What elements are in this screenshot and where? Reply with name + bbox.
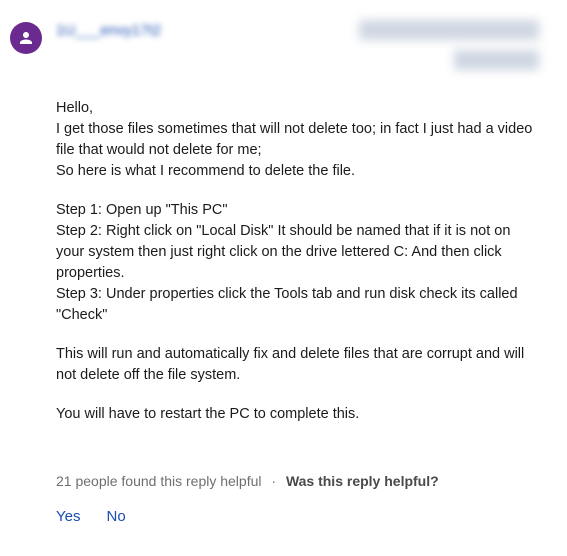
intro-text-1: I get those files sometimes that will no…: [56, 119, 539, 161]
intro-block: Hello, I get those files sometimes that …: [56, 98, 539, 182]
step-2-text: Step 2: Right click on "Local Disk" It s…: [56, 221, 539, 284]
meta-redacted-1: [359, 20, 539, 40]
step-3-text: Step 3: Under properties click the Tools…: [56, 284, 539, 326]
helpful-question: Was this reply helpful?: [286, 473, 439, 489]
post-header: 1U___envy17t2: [10, 20, 539, 70]
helpful-line: 21 people found this reply helpful · Was…: [56, 471, 539, 491]
step-1-text: Step 1: Open up "This PC": [56, 200, 539, 221]
greeting-text: Hello,: [56, 98, 539, 119]
post-meta: [359, 20, 539, 70]
yes-button[interactable]: Yes: [56, 506, 80, 528]
intro-text-2: So here is what I recommend to delete th…: [56, 161, 539, 182]
username-link[interactable]: 1U___envy17t2: [56, 20, 161, 42]
result-text: This will run and automatically fix and …: [56, 344, 539, 386]
helpful-count: 21 people found this reply helpful: [56, 473, 261, 489]
meta-redacted-2: [454, 50, 539, 70]
separator: ·: [271, 473, 276, 489]
post-body: Hello, I get those files sometimes that …: [56, 98, 539, 425]
yesno-row: Yes No: [56, 506, 539, 528]
no-button[interactable]: No: [106, 506, 125, 528]
post-footer: 21 people found this reply helpful · Was…: [56, 471, 539, 527]
person-icon: [17, 29, 35, 47]
steps-block: Step 1: Open up "This PC" Step 2: Right …: [56, 200, 539, 326]
header-right: 1U___envy17t2: [56, 20, 539, 70]
closing-text: You will have to restart the PC to compl…: [56, 404, 539, 425]
avatar: [10, 22, 42, 54]
